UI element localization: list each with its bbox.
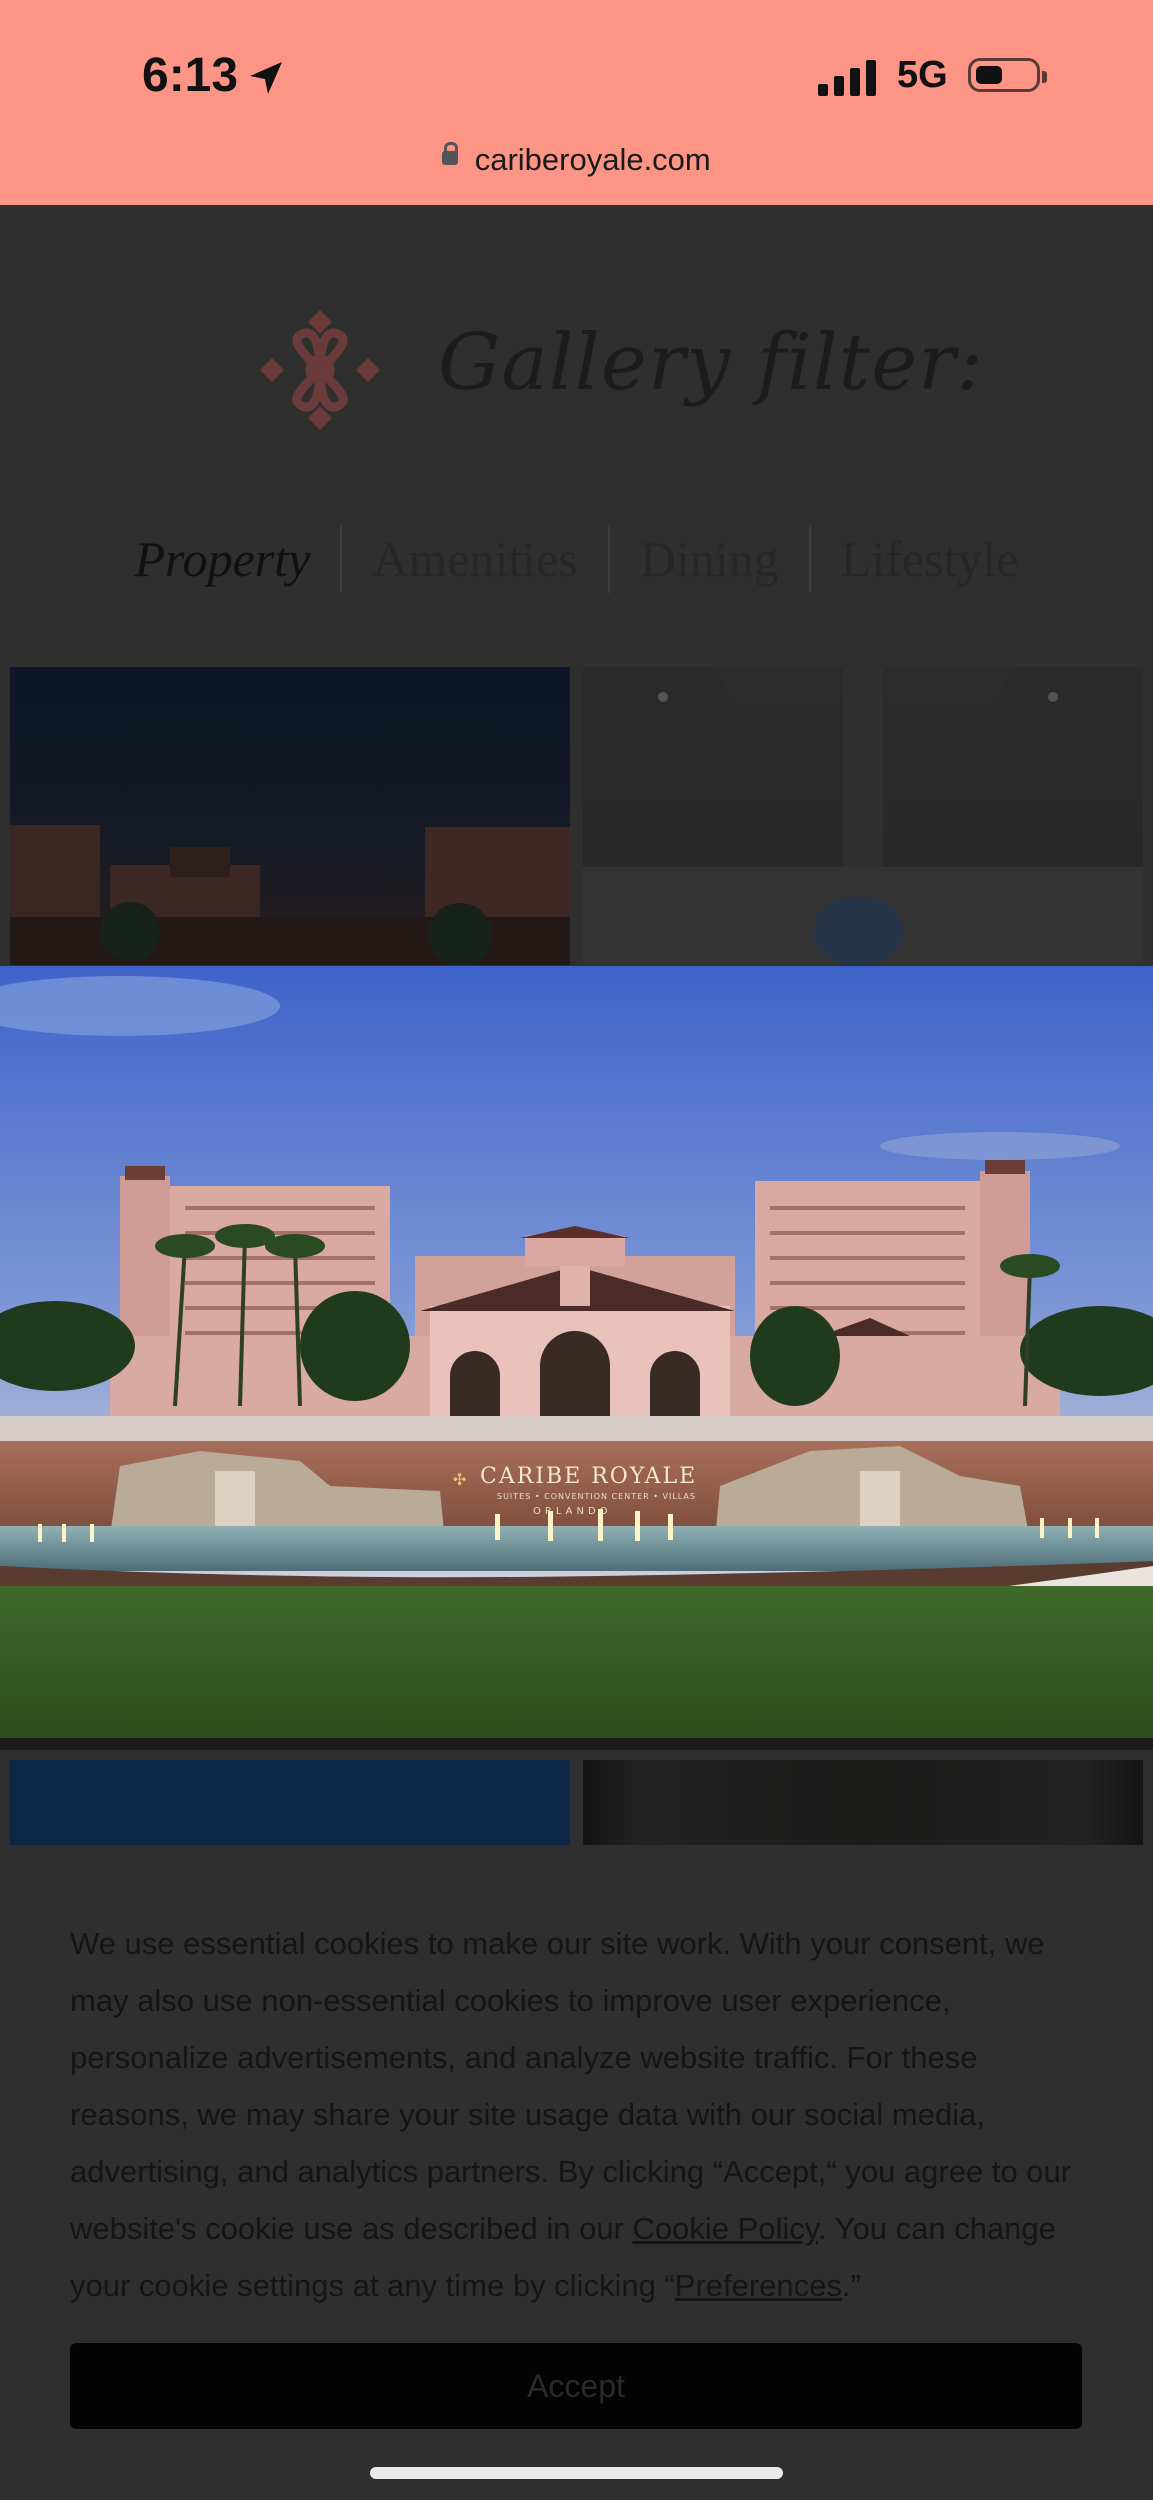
clock: 6:13 [142,49,239,102]
signal-icon [818,58,876,96]
lock-icon [442,142,459,165]
url-text: cariberoyale.com [474,142,711,177]
location-arrow-icon [250,62,282,94]
gallery-filter-tabs: Property Amenities Dining Lifestyle [0,525,1153,593]
address-bar[interactable]: cariberoyale.com [0,142,1153,178]
svg-text:ORLANDO: ORLANDO [533,1506,612,1517]
gallery-thumbnail-exterior-night[interactable] [10,667,570,965]
brand-emblem-icon [260,310,380,430]
svg-text:✣: ✣ [453,1470,466,1489]
tab-lifestyle[interactable]: Lifestyle [811,530,1049,588]
cookie-consent-text: We use essential cookies to make our sit… [70,1915,1090,2314]
home-indicator[interactable] [370,2467,783,2479]
thumbnail-image [583,667,1143,965]
cookie-text-part3: .” [841,2268,861,2303]
accept-button[interactable]: Accept [70,2343,1082,2429]
cookie-policy-link[interactable]: Cookie Policy [633,2211,819,2246]
gallery-thumbnail-pool[interactable] [10,1760,570,1845]
tab-property[interactable]: Property [104,530,340,588]
gallery-title: Gallery filter: [438,318,984,408]
tab-dining[interactable]: Dining [610,530,809,588]
cookie-text-part1: We use essential cookies to make our sit… [70,1926,1072,2246]
hero-photo-resort-exterior[interactable]: CARIBE ROYALE ✣ SUITES • CONVENTION CENT… [0,966,1153,1738]
gallery-thumbnail-interior[interactable] [583,1760,1143,1845]
battery-icon [968,58,1047,92]
network-type: 5G [897,54,948,96]
sign-brand-text: CARIBE ROYALE [480,1464,697,1489]
preferences-link[interactable]: Preferences [675,2268,842,2303]
status-bar: 6:13 5G cariberoyale.com [0,0,1153,205]
svg-text:SUITES • CONVENTION CENTER • V: SUITES • CONVENTION CENTER • VILLAS [497,1492,696,1501]
thumbnail-image [10,825,570,965]
tab-amenities[interactable]: Amenities [342,530,608,588]
resort-illustration: CARIBE ROYALE ✣ SUITES • CONVENTION CENT… [0,966,1153,1738]
gallery-thumbnail-ballroom[interactable] [583,667,1143,965]
hero-divider [0,1738,1153,1750]
